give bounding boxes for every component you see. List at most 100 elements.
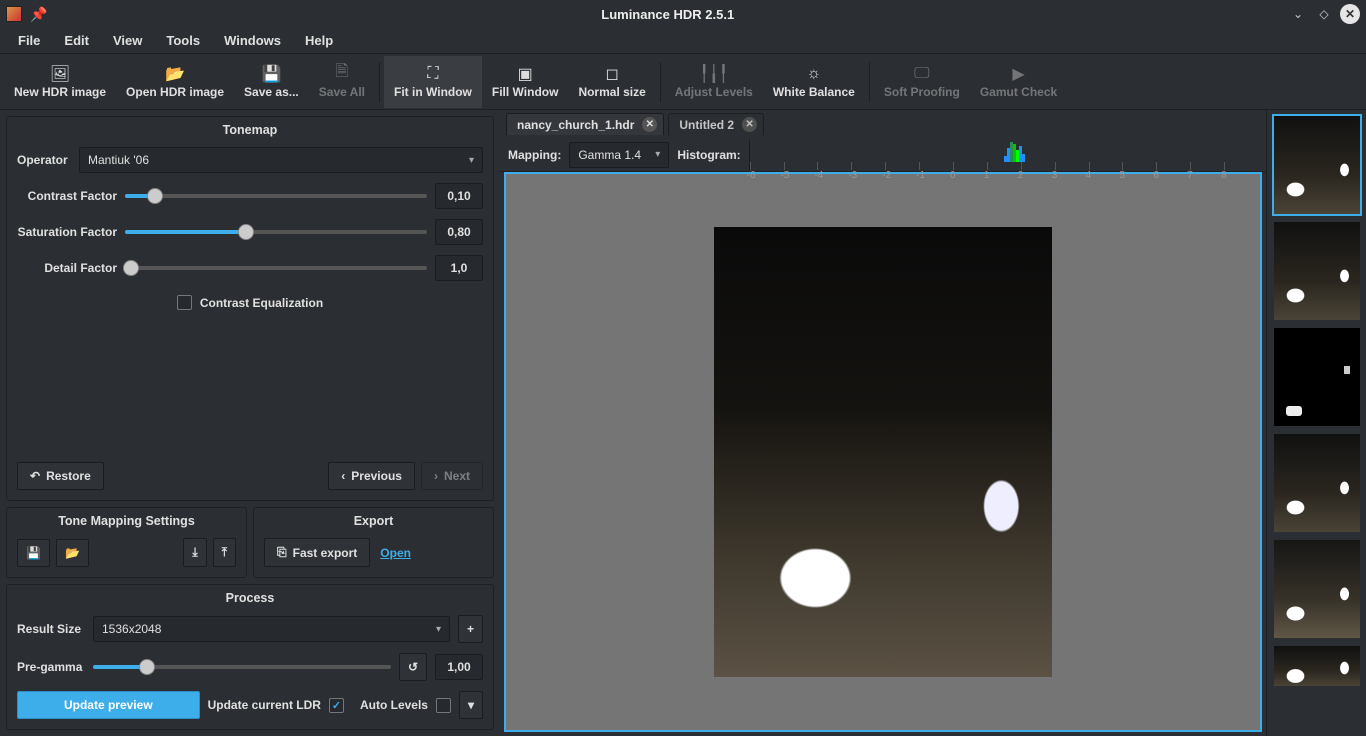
save-icon: 💾 [26,546,41,560]
save-icon: 💾 [261,65,281,83]
minimize-button[interactable]: ⌄ [1288,4,1308,24]
export-icon: ⎘ [277,545,287,560]
operator-select[interactable]: Mantiuk '06 ▾ [79,147,483,173]
result-size-label: Result Size [17,622,85,636]
fast-export-button[interactable]: ⎘ Fast export [264,538,370,567]
operator-label: Operator [17,153,71,167]
toolbar-open-hdr-button[interactable]: 📂Open HDR image [116,56,234,108]
slider-label-0: Contrast Factor [17,189,117,203]
undo-icon: ↶ [30,469,40,483]
export-title: Export [254,508,493,532]
update-ldr-label: Update current LDR [208,698,321,712]
contrast-eq-checkbox[interactable] [177,295,192,310]
document-tabs: nancy_church_1.hdr✕Untitled 2✕ [500,110,1266,138]
pin-icon[interactable]: 📌 [30,6,47,23]
slider-2[interactable] [125,258,427,278]
toolbar-levels-button: ╿╽╿Adjust Levels [665,56,763,108]
save-all-icon: 🗎 [332,65,352,83]
chevron-right-icon: › [434,469,438,483]
preview-thumb-2[interactable] [1274,222,1360,320]
pregamma-value[interactable]: 1,00 [435,654,483,680]
tms-save-button[interactable]: 💾 [17,539,50,567]
tab-close-icon[interactable]: ✕ [742,117,757,132]
pregamma-slider[interactable] [93,657,391,677]
monitor-icon: 🖵 [912,65,932,83]
toolbar-save-as-button[interactable]: 💾Save as... [234,56,309,108]
tab-0[interactable]: nancy_church_1.hdr✕ [506,113,664,135]
preview-thumb-5[interactable] [1274,540,1360,638]
update-preview-button[interactable]: Update preview [17,691,200,719]
mapping-label: Mapping: [508,148,561,162]
previous-button[interactable]: ‹ Previous [328,462,415,490]
fit-icon: ⛶ [423,65,443,83]
preview-thumb-6[interactable] [1274,646,1360,686]
maximize-button[interactable]: ◇ [1314,4,1334,24]
result-size-select[interactable]: 1536x2048 ▾ [93,616,450,642]
play-icon: ▶ [1009,65,1029,83]
mapping-select[interactable]: Gamma 1.4 ▾ [569,142,669,168]
sun-icon: ☼ [804,65,824,83]
toolbar-new-hdr-button[interactable]: 🖼New HDR image [4,56,116,108]
slider-value-0[interactable]: 0,10 [435,183,483,209]
chevron-down-icon: ▾ [468,698,474,712]
pregamma-reset-button[interactable]: ↺ [399,653,427,681]
menu-tools[interactable]: Tools [154,29,212,52]
toolbar-save-all-button: 🗎Save All [309,56,375,108]
chevron-down-icon: ▾ [469,155,474,166]
tonemap-panel: Tonemap Operator Mantiuk '06 ▾ Contrast … [6,116,494,501]
slider-1[interactable] [125,222,427,242]
slider-value-1[interactable]: 0,80 [435,219,483,245]
slider-label-2: Detail Factor [17,261,117,275]
export-panel: Export ⎘ Fast export Open [253,507,494,578]
toolbar-soft-button: 🖵Soft Proofing [874,56,970,108]
toolbar-fill-button[interactable]: ▣Fill Window [482,56,569,108]
plus-icon: + [467,622,474,636]
toolbar: 🖼New HDR image📂Open HDR image💾Save as...… [0,54,1366,110]
toolbar-normal-button[interactable]: ◻Normal size [568,56,655,108]
update-ldr-checkbox[interactable] [329,698,344,713]
histogram[interactable]: -6-5-4-3-2-1012345678 [749,140,1258,170]
slider-value-2[interactable]: 1,0 [435,255,483,281]
process-panel: Process Result Size 1536x2048 ▾ + Pre-ga… [6,584,494,730]
toolbar-fit-button[interactable]: ⛶Fit in Window [384,56,482,108]
preview-strip[interactable] [1266,110,1366,736]
result-size-add-button[interactable]: + [458,615,483,643]
tab-1[interactable]: Untitled 2✕ [668,113,764,135]
fill-icon: ▣ [515,65,535,83]
folder-open-icon: 📂 [165,65,185,83]
operator-value: Mantiuk '06 [88,153,149,167]
result-size-value: 1536x2048 [102,622,161,636]
preview-thumb-3[interactable] [1274,328,1360,426]
close-button[interactable]: ✕ [1340,4,1360,24]
toolbar-wb-button[interactable]: ☼White Balance [763,56,865,108]
restore-button[interactable]: ↶ Restore [17,462,104,490]
menu-windows[interactable]: Windows [212,29,293,52]
chevron-down-icon: ▾ [436,624,441,635]
window-title: Luminance HDR 2.5.1 [47,7,1288,22]
menu-edit[interactable]: Edit [52,29,101,52]
image-plus-icon: 🖼 [50,65,70,83]
preview-thumb-1[interactable] [1274,116,1360,214]
menu-view[interactable]: View [101,29,154,52]
levels-icon: ╿╽╿ [704,65,724,83]
menu-file[interactable]: File [6,29,52,52]
slider-0[interactable] [125,186,427,206]
auto-levels-options-button[interactable]: ▾ [459,691,483,719]
export-open-link[interactable]: Open [380,546,411,560]
menu-help[interactable]: Help [293,29,345,52]
reset-icon: ↺ [408,660,418,674]
tab-close-icon[interactable]: ✕ [642,117,657,132]
image-canvas[interactable] [504,172,1262,732]
auto-levels-checkbox[interactable] [436,698,451,713]
slider-label-1: Saturation Factor [17,225,117,239]
hdr-image [714,227,1052,677]
preview-thumb-4[interactable] [1274,434,1360,532]
tms-export-button[interactable]: ⤒ [213,538,236,567]
tms-import-button[interactable]: ⤓ [183,538,206,567]
chevron-left-icon: ‹ [341,469,345,483]
titlebar: 📌 Luminance HDR 2.5.1 ⌄ ◇ ✕ [0,0,1366,28]
next-button[interactable]: › Next [421,462,483,490]
chevron-down-icon: ▾ [655,149,660,160]
folder-icon: 📂 [65,546,80,560]
tms-open-button[interactable]: 📂 [56,539,89,567]
